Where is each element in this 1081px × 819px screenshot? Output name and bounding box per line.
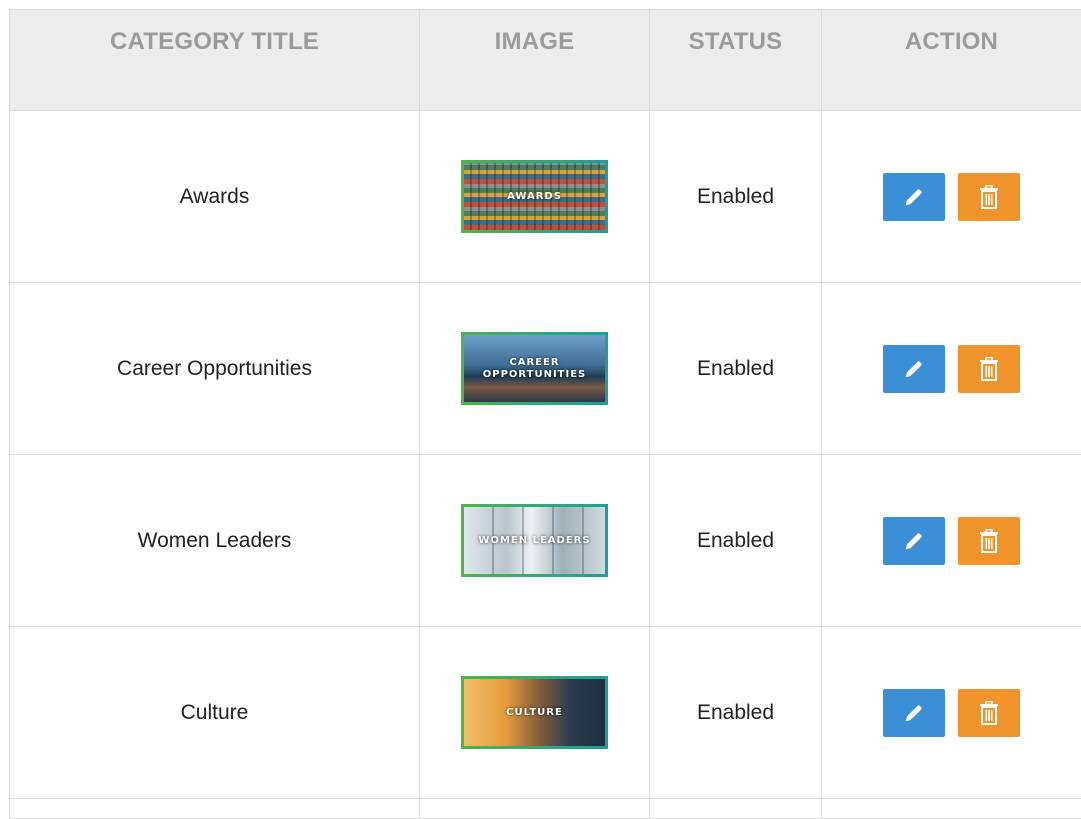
trash-icon <box>979 357 999 381</box>
status-cell: Enabled <box>650 283 822 455</box>
thumbnail-caption: AWARDS <box>464 191 605 203</box>
action-cell <box>822 455 1081 627</box>
edit-button[interactable] <box>883 517 945 565</box>
category-title-cell: Career Opportunities <box>10 283 420 455</box>
table-header-row: CATEGORY TITLE IMAGE STATUS ACTION <box>10 10 1081 111</box>
thumbnail-caption: WOMEN LEADERS <box>464 535 605 547</box>
edit-button[interactable] <box>883 345 945 393</box>
table-row: Career Opportunities CAREER OPPORTUNITIE… <box>10 283 1081 455</box>
status-cell: Enabled <box>650 455 822 627</box>
image-cell: CULTURE <box>420 627 650 799</box>
category-thumbnail-career-opportunities: CAREER OPPORTUNITIES <box>461 332 608 405</box>
column-header-status: STATUS <box>650 10 822 111</box>
trash-icon <box>979 701 999 725</box>
category-thumbnail-women-leaders: WOMEN LEADERS <box>461 504 608 577</box>
categories-table-container: CATEGORY TITLE IMAGE STATUS ACTION Award… <box>9 9 1081 807</box>
thumbnail-caption: CAREER OPPORTUNITIES <box>464 357 605 381</box>
edit-button[interactable] <box>883 173 945 221</box>
trash-icon <box>979 185 999 209</box>
table-row: Women Leaders WOMEN LEADERS Enabled <box>10 455 1081 627</box>
image-cell: AWARDS <box>420 111 650 283</box>
action-cell <box>822 283 1081 455</box>
pencil-icon <box>903 702 925 724</box>
action-cell <box>822 627 1081 799</box>
status-cell: Enabled <box>650 111 822 283</box>
status-cell: Enabled <box>650 627 822 799</box>
delete-button[interactable] <box>958 173 1020 221</box>
action-cell <box>822 111 1081 283</box>
category-title-cell: Awards <box>10 111 420 283</box>
categories-table: CATEGORY TITLE IMAGE STATUS ACTION Award… <box>9 9 1081 819</box>
pencil-icon <box>903 186 925 208</box>
column-header-category-title: CATEGORY TITLE <box>10 10 420 111</box>
pencil-icon <box>903 530 925 552</box>
category-thumbnail-culture: CULTURE <box>461 676 608 749</box>
category-title-cell: Women Leaders <box>10 455 420 627</box>
thumbnail-caption: CULTURE <box>464 707 605 719</box>
category-title-cell: Culture <box>10 627 420 799</box>
trash-icon <box>979 529 999 553</box>
column-header-action: ACTION <box>822 10 1081 111</box>
category-thumbnail-awards: AWARDS <box>461 160 608 233</box>
image-cell: WOMEN LEADERS <box>420 455 650 627</box>
image-cell: CAREER OPPORTUNITIES <box>420 283 650 455</box>
table-row: Awards AWARDS Enabled <box>10 111 1081 283</box>
column-header-image: IMAGE <box>420 10 650 111</box>
delete-button[interactable] <box>958 689 1020 737</box>
delete-button[interactable] <box>958 517 1020 565</box>
table-row: Culture CULTURE Enabled <box>10 627 1081 799</box>
edit-button[interactable] <box>883 689 945 737</box>
delete-button[interactable] <box>958 345 1020 393</box>
pencil-icon <box>903 358 925 380</box>
table-row-partial <box>10 799 1081 819</box>
